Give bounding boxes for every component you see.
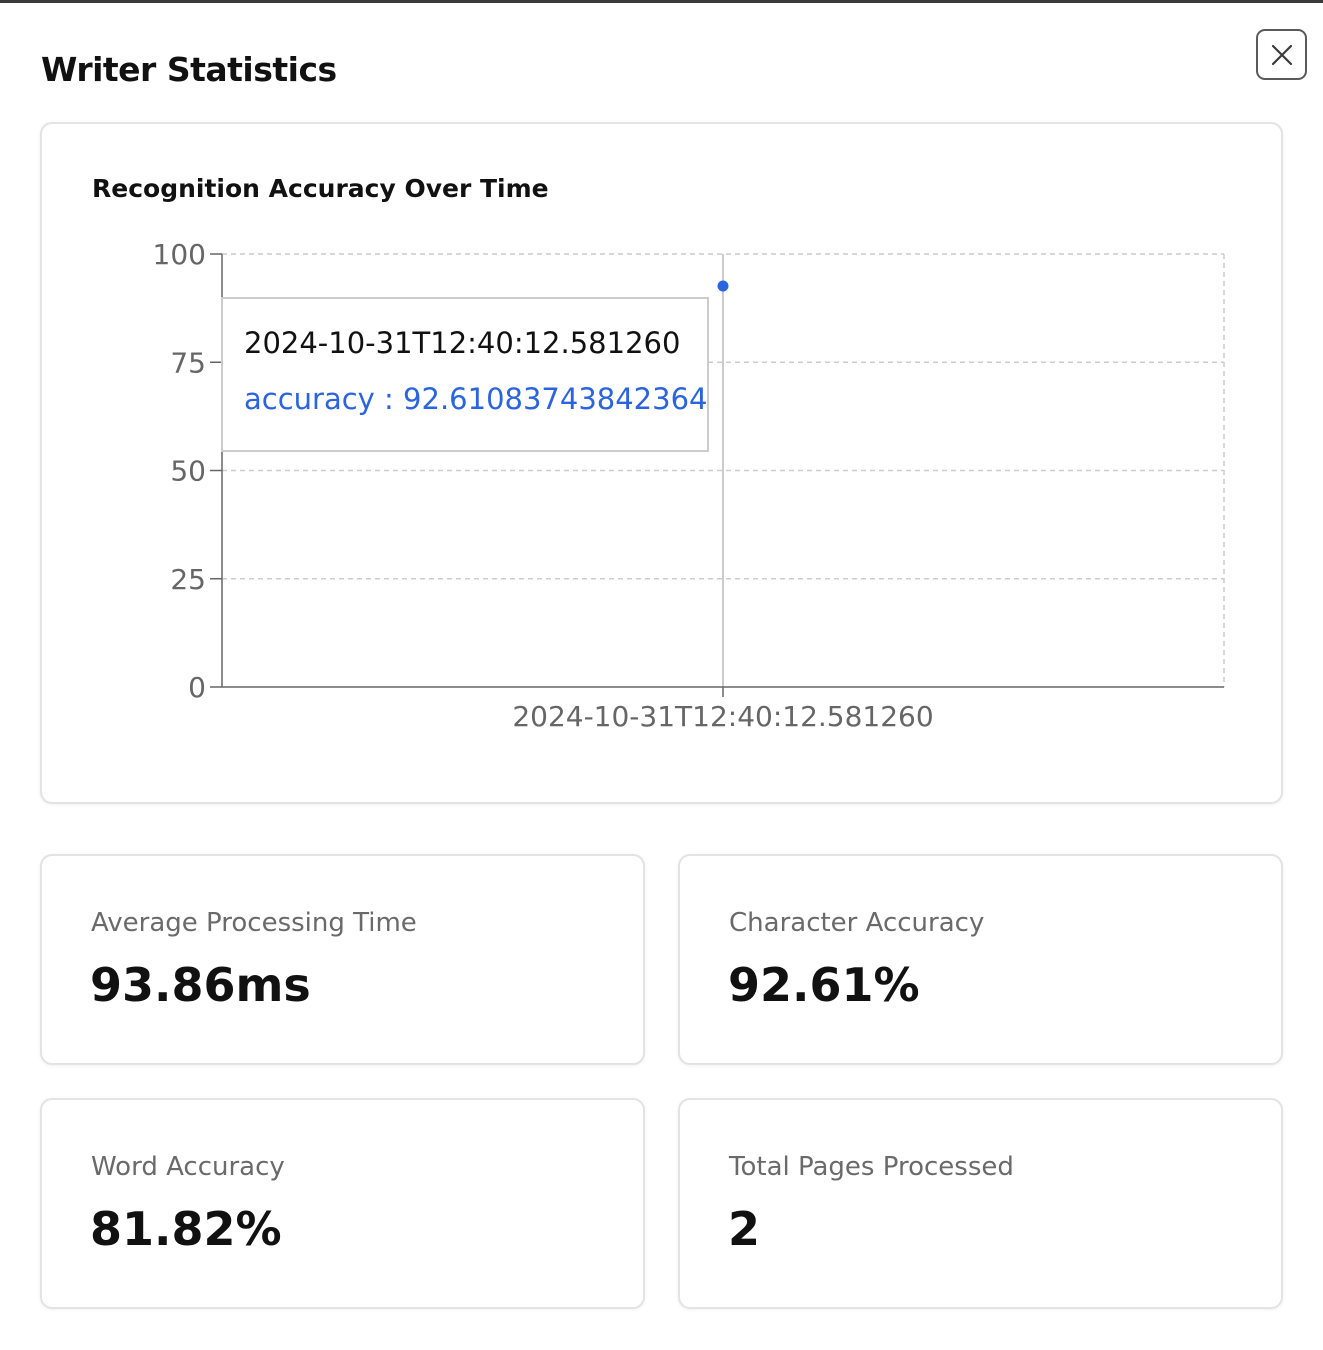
stat-card-total-pages-processed: Total Pages Processed 2: [678, 1098, 1283, 1309]
x-tick-label: 2024-10-31T12:40:12.581260: [512, 700, 933, 733]
stat-label: Average Processing Time: [91, 908, 417, 938]
y-tick-label: 50: [170, 455, 206, 488]
stat-label: Total Pages Processed: [729, 1152, 1014, 1182]
stat-value: 2: [728, 1202, 761, 1256]
stat-card-character-accuracy: Character Accuracy 92.61%: [678, 854, 1283, 1065]
stat-label: Character Accuracy: [729, 908, 985, 938]
tooltip-label: 2024-10-31T12:40:12.581260: [244, 326, 681, 360]
accuracy-chart: 0 25 50 75 100 2024-10-31T12:40:12.581260: [153, 238, 1225, 733]
y-tick-label: 75: [170, 346, 206, 379]
stat-value: 93.86ms: [90, 958, 311, 1012]
modal-title: Writer Statistics: [41, 50, 337, 89]
stat-label: Word Accuracy: [91, 1152, 285, 1182]
stat-value: 81.82%: [90, 1202, 282, 1256]
chart-tooltip: 2024-10-31T12:40:12.581260 accuracy : 92…: [221, 297, 709, 452]
y-tick-label: 25: [170, 563, 206, 596]
tooltip-value: accuracy : 92.61083743842364: [244, 382, 708, 416]
close-button[interactable]: [1256, 29, 1307, 80]
y-tick-label: 100: [153, 238, 206, 271]
window-top-edge: [0, 0, 1323, 3]
stat-card-word-accuracy: Word Accuracy 81.82%: [40, 1098, 645, 1309]
close-icon: [1271, 44, 1292, 65]
data-point[interactable]: [717, 280, 729, 292]
chart-card: Recognition Accuracy Over Time 0 25 50 75 10…: [40, 122, 1283, 804]
y-tick-label: 0: [188, 671, 206, 704]
stat-card-average-processing-time: Average Processing Time 93.86ms: [40, 854, 645, 1065]
stat-value: 92.61%: [728, 958, 920, 1012]
